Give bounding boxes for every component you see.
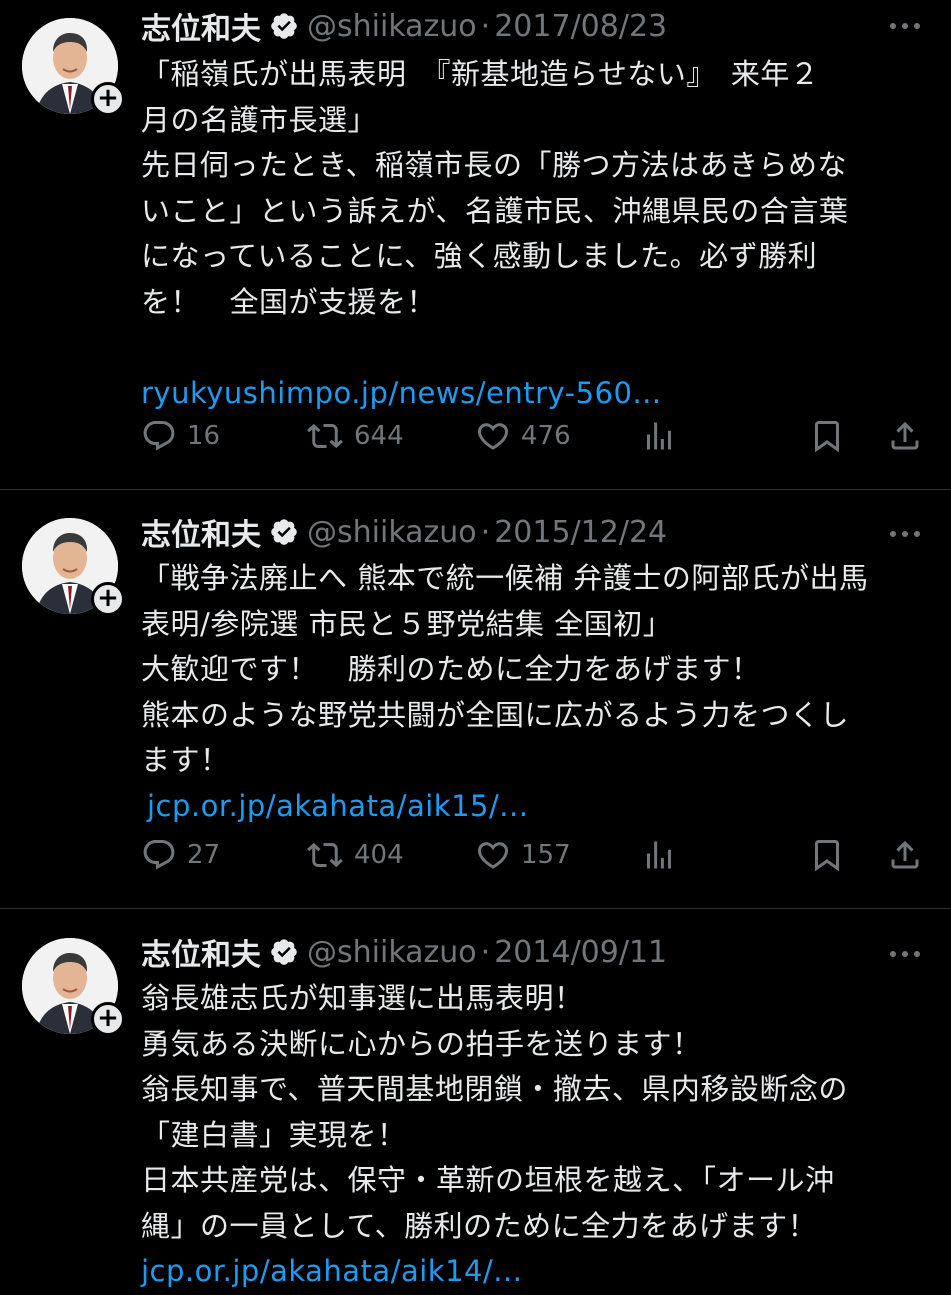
like-count: 476	[521, 421, 571, 451]
like-button[interactable]: 476	[475, 416, 571, 456]
reply-icon	[143, 840, 175, 870]
tweet-text-line: 縄」の一員として、勝利のために全力をあげます！	[141, 1208, 818, 1243]
timestamp[interactable]: 2015/12/24	[494, 515, 667, 550]
tweet-text-line: いこと」という訴えが、名護市民、沖縄県民の合言葉	[141, 193, 849, 228]
tweet-link[interactable]: jcp.or.jp/akahata/aik15/...	[147, 789, 528, 823]
handle[interactable]: @shiikazuo	[307, 515, 477, 550]
like-count: 157	[521, 840, 571, 870]
retweet-count: 404	[354, 840, 404, 870]
more-options-icon[interactable]	[887, 16, 923, 36]
reply-button[interactable]: 27	[141, 835, 220, 875]
share-icon	[891, 840, 919, 869]
tweet-text-line: 「戦争法廃止へ 熊本で統一候補 弁護士の阿部氏が出馬	[141, 561, 869, 595]
more-options-icon[interactable]	[887, 524, 923, 544]
verified-badge-icon	[269, 517, 299, 547]
reply-count: 27	[187, 840, 221, 870]
handle[interactable]: @shiikazuo	[307, 9, 477, 44]
reply-count: 16	[187, 421, 221, 451]
tweet-text-line: 熊本のような野党共闘が全国に広がるよう力をつくし	[141, 697, 850, 732]
tweet-text-line: になっていることに、強く感動しました。必ず勝利	[141, 239, 818, 273]
tweet-header: 志位和夫 @shiikazuo · 2017/08/23	[141, 4, 667, 48]
more-options-icon[interactable]	[887, 944, 923, 964]
views-button[interactable]	[641, 416, 677, 456]
tweet-header: 志位和夫 @shiikazuo · 2015/12/24	[141, 510, 667, 554]
tweet-text-line: 表明/参院選 市民と５野党結集 全国初」	[141, 606, 673, 641]
divider	[0, 908, 951, 909]
share-button[interactable]	[887, 416, 923, 456]
separator-dot: ·	[480, 934, 491, 970]
avatar-container[interactable]: +	[22, 518, 125, 616]
tweet[interactable]: + 志位和夫 @shiikazuo · 2017/08/23 「稲嶺氏が出馬表明…	[0, 0, 951, 490]
tweet-text: 「稲嶺氏が出馬表明 『新基地造らせない』 来年２ 月の名護市長選」 先日伺ったと…	[141, 52, 921, 416]
like-button[interactable]: 157	[475, 835, 571, 875]
views-button[interactable]	[641, 835, 677, 875]
bookmark-button[interactable]	[809, 835, 845, 875]
tweet-header: 志位和夫 @shiikazuo · 2014/09/11	[141, 930, 667, 974]
tweet-text-line: 「稲嶺氏が出馬表明 『新基地造らせない』 来年２	[141, 57, 820, 91]
display-name[interactable]: 志位和夫	[141, 4, 261, 48]
tweet-text-line: 先日伺ったとき、稲嶺市長の「勝つ方法はあきらめな	[141, 148, 847, 182]
timestamp[interactable]: 2017/08/23	[494, 9, 667, 44]
avatar-container[interactable]: +	[22, 18, 125, 116]
tweet-text: 翁長雄志氏が知事選に出馬表明！ 勇気ある決断に心からの拍手を送ります！ 翁長知事…	[141, 976, 921, 1295]
tweet-text: 「戦争法廃止へ 熊本で統一候補 弁護士の阿部氏が出馬 表明/参院選 市民と５野党…	[141, 556, 921, 829]
bookmark-icon	[815, 421, 839, 453]
bookmark-icon	[815, 840, 839, 872]
tweet-link[interactable]: ryukyushimpo.jp/news/entry-560...	[141, 376, 662, 410]
handle[interactable]: @shiikazuo	[307, 935, 477, 970]
like-icon	[477, 842, 509, 869]
display-name[interactable]: 志位和夫	[141, 510, 261, 554]
tweet[interactable]: + 志位和夫 @shiikazuo · 2014/09/11 翁長雄志氏が知事選…	[0, 910, 951, 1288]
retweet-button[interactable]: 644	[306, 416, 404, 456]
tweet-text-line: を！ 全国が支援を！	[141, 284, 437, 319]
tweet-text-line: 「建白書」実現を！	[141, 1117, 407, 1152]
share-button[interactable]	[887, 835, 923, 875]
tweet-text-line: 翁長雄志氏が知事選に出馬表明！	[141, 981, 584, 1015]
display-name[interactable]: 志位和夫	[141, 930, 261, 974]
share-icon	[891, 421, 919, 450]
tweet-text-line: 日本共産党は、保守・革新の垣根を越え、「オール沖	[141, 1163, 835, 1197]
tweet-text-line: ます！	[141, 743, 230, 777]
verified-badge-icon	[269, 11, 299, 41]
tweet-text-line: 翁長知事で、普天間基地閉鎖・撤去、県内移設断念の	[141, 1072, 848, 1106]
tweet-text-line	[141, 325, 921, 371]
timestamp[interactable]: 2014/09/11	[494, 935, 667, 970]
action-bar: 16 644 476	[141, 416, 931, 456]
follow-plus-icon[interactable]: +	[91, 1002, 125, 1036]
analytics-icon	[647, 841, 671, 869]
separator-dot: ·	[480, 8, 491, 44]
tweet-text-line: 勇気ある決断に心からの拍手を送ります！	[141, 1026, 702, 1061]
retweet-count: 644	[354, 421, 404, 451]
reply-icon	[143, 421, 175, 451]
follow-plus-icon[interactable]: +	[91, 582, 125, 616]
verified-badge-icon	[269, 937, 299, 967]
retweet-button[interactable]: 404	[306, 835, 404, 875]
retweet-icon	[307, 423, 343, 449]
separator-dot: ·	[480, 514, 491, 550]
analytics-icon	[647, 422, 671, 450]
avatar-container[interactable]: +	[22, 938, 125, 1036]
tweet-text-line: 大歓迎です！ 勝利のために全力をあげます！	[141, 652, 761, 686]
tweet-text-line: 月の名護市長選」	[141, 102, 378, 137]
follow-plus-icon[interactable]: +	[91, 82, 125, 116]
like-icon	[477, 423, 509, 450]
tweet-link[interactable]: jcp.or.jp/akahata/aik14/...	[141, 1254, 522, 1288]
retweet-icon	[307, 842, 343, 868]
reply-button[interactable]: 16	[141, 416, 220, 456]
action-bar: 27 404 157	[141, 835, 931, 875]
tweet[interactable]: + 志位和夫 @shiikazuo · 2015/12/24 「戦争法廃止へ 熊…	[0, 490, 951, 910]
bookmark-button[interactable]	[809, 416, 845, 456]
